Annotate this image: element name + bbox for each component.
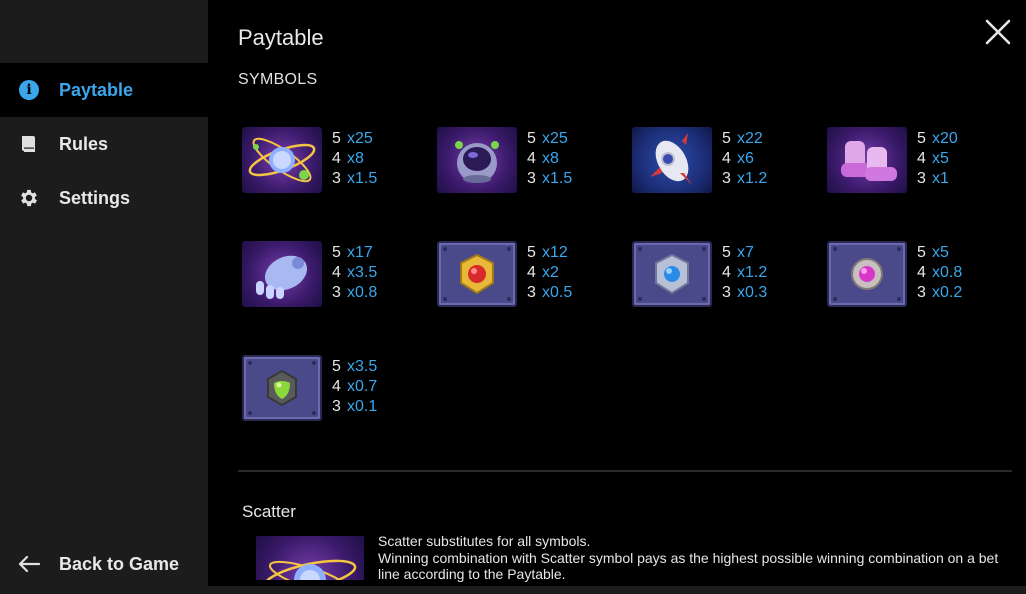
symbol-row: 5 x7 4 x1.2 3 x0.3 xyxy=(632,239,822,309)
divider xyxy=(238,470,1012,472)
book-icon xyxy=(18,133,40,155)
rocket-icon xyxy=(632,127,712,193)
gear-icon xyxy=(18,187,40,209)
sidebar: i Paytable Rules Settings Back to Game xyxy=(0,0,208,594)
pink-gem-icon xyxy=(827,241,907,307)
red-gem-icon xyxy=(437,241,517,307)
symbol-payouts: 5 x25 4 x8 3 x1.5 xyxy=(527,130,573,187)
symbol-payouts: 5 x5 4 x0.8 3 x0.2 xyxy=(917,244,963,301)
page-title: Paytable xyxy=(238,25,324,50)
symbol-row: 5 x3.5 4 x0.7 3 x0.1 xyxy=(242,353,432,423)
sidebar-item-settings[interactable]: Settings xyxy=(0,171,208,225)
sidebar-item-label: Paytable xyxy=(59,79,134,100)
symbol-payouts: 5 x12 4 x2 3 x0.5 xyxy=(527,244,573,301)
paytable-panel: Paytable SYMBOLS 5 x25 4 x8 3 x1.5 5 x25… xyxy=(208,0,1026,594)
alien-helmet-icon xyxy=(437,127,517,193)
sidebar-item-rules[interactable]: Rules xyxy=(0,117,208,171)
close-icon[interactable] xyxy=(984,18,1012,46)
info-icon: i xyxy=(18,79,40,101)
sidebar-item-label: Rules xyxy=(59,133,109,154)
symbol-row: 5 x5 4 x0.8 3 x0.2 xyxy=(827,239,1017,309)
atom-planet-icon xyxy=(242,127,322,193)
blue-gem-icon xyxy=(632,241,712,307)
symbol-payouts: 5 x7 4 x1.2 3 x0.3 xyxy=(722,244,768,301)
scatter-description: Scatter substitutes for all symbols. Win… xyxy=(378,533,1008,583)
symbol-payouts: 5 x17 4 x3.5 3 x0.8 xyxy=(332,244,378,301)
scrollbar-track[interactable] xyxy=(208,586,1026,594)
scatter-symbol-icon xyxy=(256,536,364,580)
section-heading-scatter: Scatter xyxy=(242,502,296,521)
space-boots-icon xyxy=(827,127,907,193)
arrow-left-icon xyxy=(18,553,40,575)
symbol-row: 5 x17 4 x3.5 3 x0.8 xyxy=(242,239,432,309)
symbol-row: 5 x20 4 x5 3 x1 xyxy=(827,125,1017,195)
section-heading-symbols: SYMBOLS xyxy=(238,71,318,88)
scatter-description-line: Winning combination with Scatter symbol … xyxy=(378,549,999,583)
symbol-payouts: 5 x25 4 x8 3 x1.5 xyxy=(332,130,378,187)
symbol-row: 5 x22 4 x6 3 x1.2 xyxy=(632,125,822,195)
symbol-row: 5 x25 4 x8 3 x1.5 xyxy=(242,125,432,195)
sidebar-item-paytable[interactable]: i Paytable xyxy=(0,63,208,117)
symbol-payouts: 5 x3.5 4 x0.7 3 x0.1 xyxy=(332,358,378,415)
sidebar-item-label: Settings xyxy=(59,187,131,208)
symbol-payouts: 5 x20 4 x5 3 x1 xyxy=(917,130,958,187)
symbol-payouts: 5 x22 4 x6 3 x1.2 xyxy=(722,130,768,187)
scatter-description-line: Scatter substitutes for all symbols. xyxy=(378,533,591,549)
back-to-game-button[interactable]: Back to Game xyxy=(0,537,208,591)
space-glove-icon xyxy=(242,241,322,307)
symbol-row: 5 x25 4 x8 3 x1.5 xyxy=(437,125,627,195)
green-gem-icon xyxy=(242,355,322,421)
back-to-game-label: Back to Game xyxy=(59,553,180,574)
symbol-row: 5 x12 4 x2 3 x0.5 xyxy=(437,239,627,309)
